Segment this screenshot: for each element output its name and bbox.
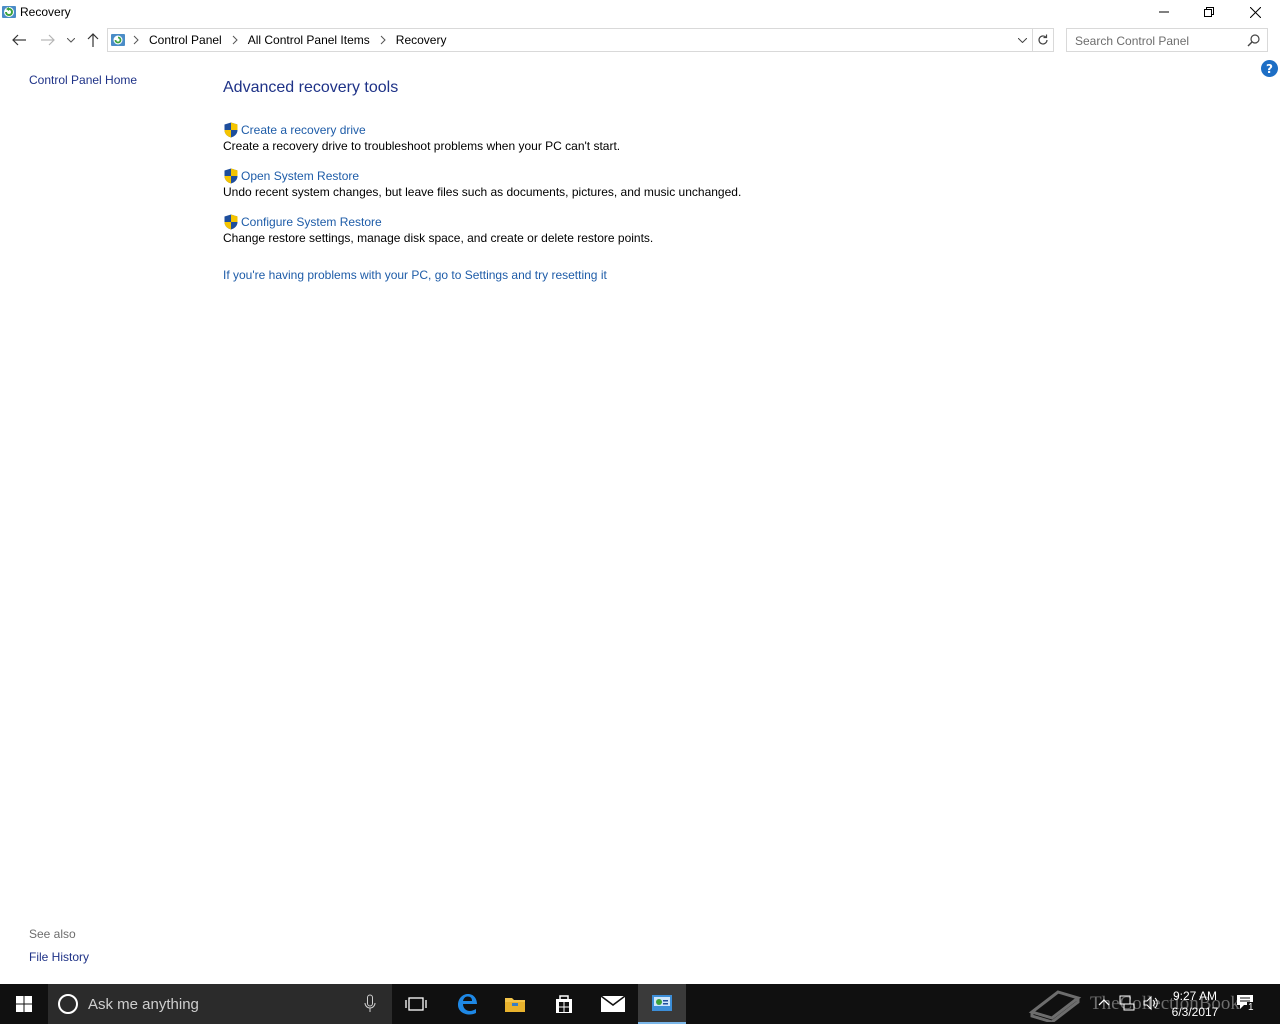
breadcrumb: Control Panel All Control Panel Items Re… <box>130 33 446 47</box>
taskbar: Ask me anything TheCollectionBook 9:27 A… <box>0 984 1280 1024</box>
chevron-down-icon <box>67 37 75 43</box>
restore-icon <box>1204 7 1214 17</box>
configure-system-restore-link[interactable]: Configure System Restore <box>223 214 653 230</box>
clock[interactable]: 9:27 AM 6/3/2017 <box>1160 988 1230 1020</box>
mail-button[interactable] <box>589 984 637 1024</box>
open-system-restore-description: Undo recent system changes, but leave fi… <box>223 185 742 199</box>
start-button[interactable] <box>0 984 48 1024</box>
close-button[interactable] <box>1232 0 1278 24</box>
microphone-icon[interactable] <box>364 994 376 1014</box>
cortana-icon <box>58 994 78 1014</box>
volume-icon[interactable] <box>1142 994 1160 1012</box>
reset-pc-link[interactable]: If you're having problems with your PC, … <box>223 268 607 282</box>
control-panel-icon <box>652 995 672 1011</box>
minimize-icon <box>1159 11 1169 13</box>
window-title: Recovery <box>20 5 71 19</box>
chevron-right-icon <box>133 35 139 45</box>
title-bar: Recovery <box>0 0 1280 24</box>
edge-browser-button[interactable] <box>443 984 491 1024</box>
network-icon[interactable] <box>1118 994 1136 1012</box>
task-open-system-restore: Open System Restore Undo recent system c… <box>223 168 741 199</box>
cortana-placeholder: Ask me anything <box>88 996 199 1013</box>
configure-system-restore-label[interactable]: Configure System Restore <box>241 215 382 229</box>
see-also-label: See also <box>29 927 76 941</box>
breadcrumb-all-items[interactable]: All Control Panel Items <box>248 33 370 47</box>
refresh-icon <box>1038 34 1048 45</box>
search-input[interactable]: Search Control Panel <box>1066 28 1268 52</box>
search-placeholder: Search Control Panel <box>1075 34 1190 48</box>
show-hidden-icons-icon[interactable] <box>1098 998 1110 1006</box>
task-view-button[interactable] <box>392 984 440 1024</box>
page-title: Advanced recovery tools <box>223 79 399 96</box>
configure-system-restore-description: Change restore settings, manage disk spa… <box>223 231 654 245</box>
breadcrumb-recovery[interactable]: Recovery <box>396 33 447 47</box>
clock-time: 9:27 AM <box>1172 989 1218 1003</box>
open-system-restore-label[interactable]: Open System Restore <box>241 169 359 183</box>
uac-shield-icon <box>224 168 238 184</box>
task-view-icon <box>405 997 427 1011</box>
control-panel-home-link[interactable]: Control Panel Home <box>29 73 137 87</box>
refresh-button[interactable] <box>1033 28 1054 52</box>
create-recovery-drive-label[interactable]: Create a recovery drive <box>241 123 366 137</box>
clock-date: 6/3/2017 <box>1171 1005 1219 1019</box>
search-icon[interactable] <box>1247 33 1261 47</box>
file-explorer-button[interactable] <box>491 984 539 1024</box>
windows-logo-icon <box>16 996 32 1012</box>
notification-count: 1 <box>1247 1002 1255 1013</box>
minimize-button[interactable] <box>1141 0 1187 24</box>
book-logo-icon <box>1028 990 1082 1022</box>
address-dropdown-button[interactable] <box>1014 29 1030 51</box>
chevron-right-icon <box>232 35 238 45</box>
forward-arrow-icon <box>41 34 55 46</box>
recovery-app-icon <box>2 6 16 18</box>
cortana-search-box[interactable]: Ask me anything <box>48 984 392 1024</box>
create-recovery-drive-description: Create a recovery drive to troubleshoot … <box>223 139 621 153</box>
control-panel-taskbar-button[interactable] <box>638 984 686 1024</box>
task-configure-system-restore: Configure System Restore Change restore … <box>223 214 653 245</box>
breadcrumb-control-panel[interactable]: Control Panel <box>149 33 222 47</box>
chevron-down-icon <box>1017 37 1027 43</box>
create-recovery-drive-link[interactable]: Create a recovery drive <box>223 122 620 138</box>
restore-button[interactable] <box>1186 0 1232 24</box>
back-arrow-icon <box>12 34 26 46</box>
uac-shield-icon <box>224 214 238 230</box>
folder-icon <box>505 998 525 1012</box>
back-button[interactable] <box>8 27 30 53</box>
up-button[interactable] <box>84 27 102 53</box>
close-icon <box>1249 6 1261 18</box>
address-bar[interactable]: Control Panel All Control Panel Items Re… <box>107 28 1033 52</box>
action-center-button[interactable]: 1 <box>1236 994 1260 1016</box>
store-button[interactable] <box>540 984 588 1024</box>
navigation-bar: Control Panel All Control Panel Items Re… <box>0 27 1280 53</box>
open-system-restore-link[interactable]: Open System Restore <box>223 168 741 184</box>
control-panel-icon <box>111 34 125 46</box>
help-icon[interactable]: ? <box>1261 60 1278 77</box>
forward-button[interactable] <box>37 27 59 53</box>
chevron-right-icon <box>380 35 386 45</box>
up-arrow-icon <box>87 33 99 47</box>
mail-icon <box>601 996 625 1012</box>
edge-icon <box>458 994 477 1015</box>
store-bag-icon <box>556 995 572 1013</box>
recent-locations-button[interactable] <box>64 27 78 53</box>
uac-shield-icon <box>224 122 238 138</box>
task-create-recovery-drive: Create a recovery drive Create a recover… <box>223 122 620 153</box>
file-history-link[interactable]: File History <box>29 950 89 964</box>
